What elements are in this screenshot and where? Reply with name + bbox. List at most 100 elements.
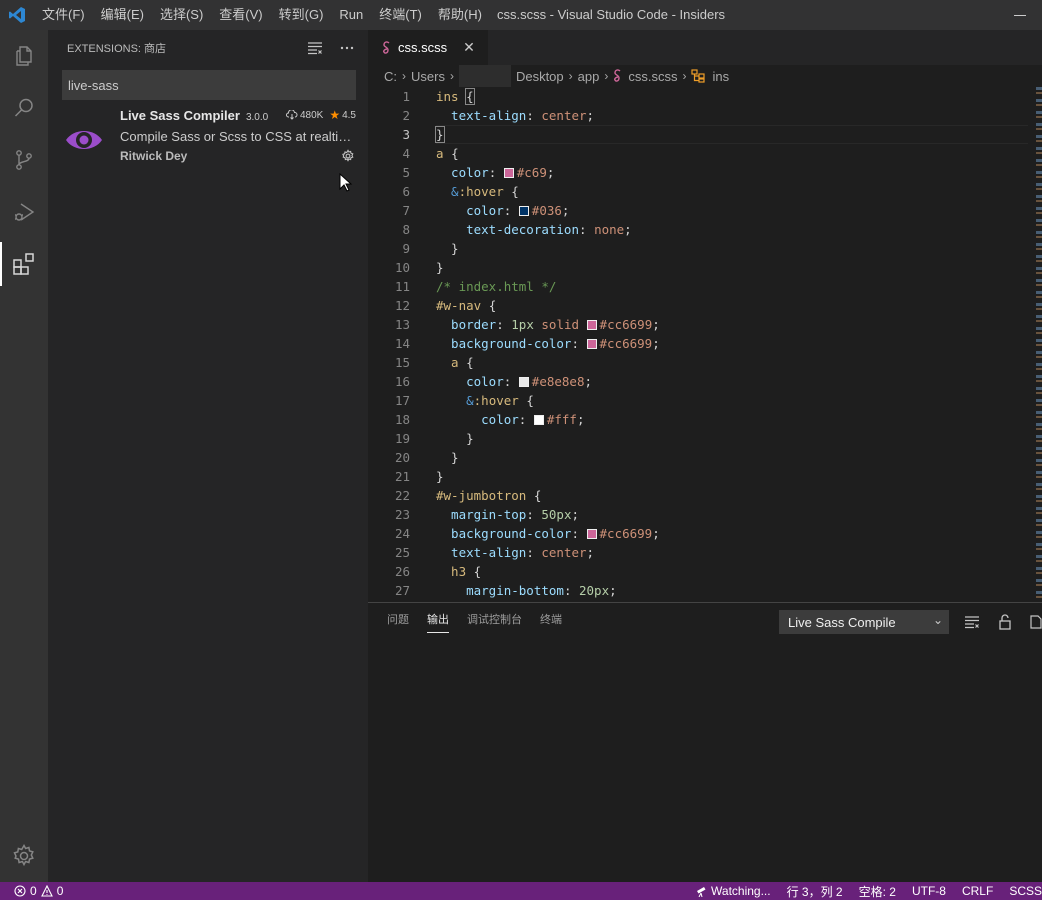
code-editor[interactable]: 1 ins {2 text-align: center; 3} 4 a {5 color…: [368, 87, 1042, 602]
activity-extensions[interactable]: [0, 238, 48, 290]
output-channel-select[interactable]: Live Sass Compile ⌄: [779, 610, 949, 634]
breadcrumb-item[interactable]: Desktop: [516, 69, 564, 84]
code-token: ;: [624, 222, 632, 237]
cursor-position[interactable]: 行 3，列 2: [787, 883, 843, 900]
code-text: border: 1px solid #cc6699;: [410, 315, 660, 334]
code-text: /* index.html */: [410, 277, 556, 296]
code-token: ;: [546, 165, 555, 180]
breadcrumb-item[interactable]: css.scss: [628, 69, 677, 84]
code-token: :: [571, 526, 587, 541]
color-swatch[interactable]: [518, 206, 529, 216]
line-number: 1: [402, 89, 410, 104]
code-line[interactable]: 18 color: #fff;: [368, 410, 1042, 429]
code-line[interactable]: 7 color: #036;: [368, 201, 1042, 220]
menu-view[interactable]: 查看(V): [211, 0, 270, 30]
problems-status[interactable]: 0 0: [0, 884, 63, 898]
code-line[interactable]: 1 ins {: [368, 87, 1042, 106]
breadcrumb-item[interactable]: app: [578, 69, 600, 84]
code-line[interactable]: 27 margin-bottom: 20px;: [368, 581, 1042, 600]
clear-results-button[interactable]: [306, 39, 324, 57]
code-token: 50px: [541, 507, 572, 522]
clear-output-button[interactable]: [962, 612, 982, 632]
code-line[interactable]: 16 color: #e8e8e8;: [368, 372, 1042, 391]
code-text: }: [410, 467, 444, 486]
code-line[interactable]: 11 /* index.html */: [368, 277, 1042, 296]
activity-explorer[interactable]: [0, 30, 48, 82]
encoding[interactable]: UTF-8: [912, 884, 946, 898]
code-text: color: #036;: [410, 201, 569, 220]
clear-output-icon: [965, 616, 979, 629]
color-swatch[interactable]: [586, 529, 597, 539]
activity-search[interactable]: [0, 82, 48, 134]
code-line[interactable]: 10}: [368, 258, 1042, 277]
breadcrumb-item[interactable]: Users: [411, 69, 445, 84]
tab-css-scss[interactable]: css.scss ✕: [368, 30, 488, 65]
code-line[interactable]: 8 text-decoration: none;: [368, 220, 1042, 239]
tab-output[interactable]: 输出: [427, 603, 449, 638]
color-swatch[interactable]: [518, 377, 529, 387]
tab-debug-console[interactable]: 调试控制台: [467, 603, 522, 638]
code-line[interactable]: 14 background-color: #cc6699;: [368, 334, 1042, 353]
minimap[interactable]: [1036, 87, 1042, 602]
breadcrumb-item[interactable]: C:: [384, 69, 397, 84]
code-token: ;: [571, 507, 580, 522]
extensions-search-input[interactable]: [62, 70, 356, 100]
unlock-icon: [999, 614, 1011, 630]
scroll-lock-button[interactable]: [995, 612, 1015, 632]
code-line[interactable]: 26 h3 {: [368, 562, 1042, 581]
menu-terminal[interactable]: 终端(T): [371, 0, 430, 30]
code-line[interactable]: 23 margin-top: 50px;: [368, 505, 1042, 524]
code-token: }: [435, 126, 445, 143]
code-line[interactable]: 4a {: [368, 144, 1042, 163]
color-swatch[interactable]: [533, 415, 544, 425]
code-line[interactable]: 6 &:hover {: [368, 182, 1042, 201]
color-swatch[interactable]: [586, 339, 597, 349]
menu-help[interactable]: 帮助(H): [430, 0, 490, 30]
status-bar: 0 0 Watching... 行 3，列 2 空格: 2 UTF-8 CRLF…: [0, 882, 1042, 900]
code-line[interactable]: 9 }: [368, 239, 1042, 258]
code-line[interactable]: 12 #w-nav {: [368, 296, 1042, 315]
open-log-button[interactable]: [1026, 612, 1042, 632]
manage-settings-button[interactable]: [0, 830, 48, 882]
code-line[interactable]: 5 color: #c69;: [368, 163, 1042, 182]
breadcrumb-item[interactable]: ins: [712, 69, 729, 84]
tab-terminal[interactable]: 终端: [540, 603, 562, 638]
title-bar: 文件(F) 编辑(E) 选择(S) 查看(V) 转到(G) Run 终端(T) …: [0, 0, 1042, 30]
line-number: 24: [394, 526, 410, 541]
color-swatch[interactable]: [503, 168, 514, 178]
code-token: background-color: [436, 526, 572, 541]
editor-area: css.scss ✕ C: › Users › Desktop › app › …: [368, 30, 1042, 602]
menu-selection[interactable]: 选择(S): [152, 0, 211, 30]
more-actions-button[interactable]: [338, 39, 356, 57]
color-swatch[interactable]: [586, 320, 597, 330]
output-channel-value: Live Sass Compile: [788, 614, 896, 630]
code-line[interactable]: 22 #w-jumbotron {: [368, 486, 1042, 505]
code-line[interactable]: 19 }: [368, 429, 1042, 448]
code-line[interactable]: 13 border: 1px solid #cc6699;: [368, 315, 1042, 334]
extension-manage-button[interactable]: [340, 148, 356, 164]
indentation[interactable]: 空格: 2: [859, 883, 896, 900]
menu-go[interactable]: 转到(G): [271, 0, 332, 30]
watching-status[interactable]: Watching...: [696, 884, 771, 898]
line-number: 10: [394, 260, 410, 275]
code-line[interactable]: 24 background-color: #cc6699;: [368, 524, 1042, 543]
extension-list-item[interactable]: Live Sass Compiler 3.0.0 480K ★ 4.5 Comp…: [48, 104, 368, 176]
menu-file[interactable]: 文件(F): [34, 0, 93, 30]
end-of-line[interactable]: CRLF: [962, 884, 993, 898]
minimize-button[interactable]: [1010, 8, 1030, 22]
code-line[interactable]: 3}: [368, 125, 1042, 144]
code-line[interactable]: 15 a {: [368, 353, 1042, 372]
menu-run[interactable]: Run: [331, 0, 371, 30]
code-line[interactable]: 21}: [368, 467, 1042, 486]
code-line[interactable]: 2 text-align: center;: [368, 106, 1042, 125]
activity-run-debug[interactable]: [0, 186, 48, 238]
code-line[interactable]: 17 &:hover {: [368, 391, 1042, 410]
code-line[interactable]: 20 }: [368, 448, 1042, 467]
code-token: ;: [586, 545, 595, 560]
code-line[interactable]: 25 text-align: center;: [368, 543, 1042, 562]
menu-edit[interactable]: 编辑(E): [93, 0, 152, 30]
close-icon[interactable]: ✕: [462, 40, 476, 54]
language-mode[interactable]: SCSS: [1009, 884, 1042, 898]
activity-source-control[interactable]: [0, 134, 48, 186]
tab-problems[interactable]: 问题: [387, 603, 409, 638]
